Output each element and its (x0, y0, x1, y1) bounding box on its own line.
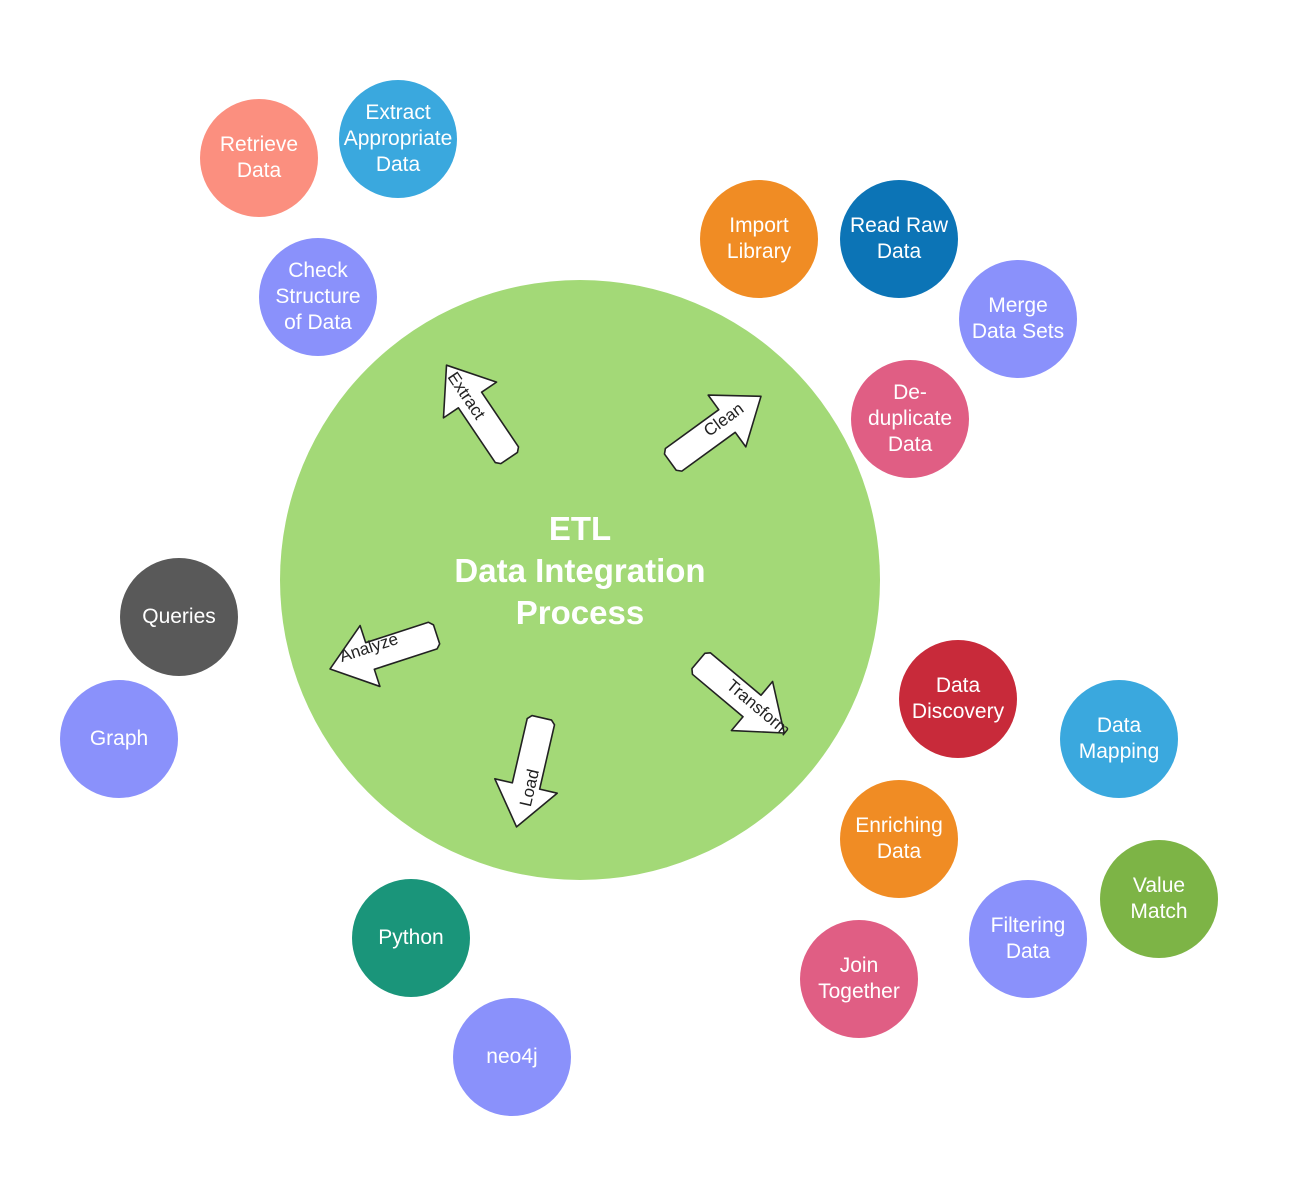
import-library-node[interactable]: Import Library (700, 180, 818, 298)
node-label-line: Match (1130, 900, 1188, 923)
node-label-line: Enriching (855, 814, 943, 837)
node-label-line: Queries (142, 605, 216, 628)
node-label-line: Data (236, 159, 282, 182)
neo4j-node[interactable]: neo4j (453, 998, 571, 1116)
node-label-line: Value (1132, 874, 1186, 897)
node-label: Python (378, 925, 443, 951)
node-label-line: Read Raw (849, 214, 949, 237)
node-label-line: Structure (275, 285, 361, 308)
node-label-line: Filtering (990, 914, 1066, 937)
node-label: Merge Data Sets (972, 293, 1064, 345)
node-label-line: of Data (284, 311, 352, 334)
deduplicate-data-node[interactable]: De- duplicate Data (851, 360, 969, 478)
node-label-line: Together (818, 980, 900, 1003)
node-label-line: Mapping (1078, 740, 1160, 763)
node-label-line: Discovery (911, 700, 1005, 723)
node-label-line: Retrieve (219, 133, 299, 156)
data-discovery-node[interactable]: Data Discovery (899, 640, 1017, 758)
value-match-node[interactable]: Value Match (1100, 840, 1218, 958)
node-label-line: Extract (365, 101, 431, 124)
node-label-line: Data Sets (971, 320, 1065, 343)
node-label: Retrieve Data (220, 132, 298, 184)
merge-data-sets-node[interactable]: Merge Data Sets (959, 260, 1077, 378)
node-label-line: Import (729, 214, 789, 237)
node-label: Data Mapping (1079, 713, 1160, 765)
node-label-line: Library (726, 240, 792, 263)
join-together-node[interactable]: Join Together (800, 920, 918, 1038)
node-label: Read Raw Data (850, 213, 948, 265)
node-label: De- duplicate Data (868, 380, 952, 458)
node-label: Import Library (727, 213, 791, 265)
node-label: Value Match (1130, 873, 1187, 925)
node-label-line: Data (375, 153, 421, 176)
node-label: neo4j (486, 1044, 537, 1070)
node-label-line: Check (288, 259, 348, 282)
node-label-line: Python (378, 926, 444, 949)
read-raw-data-node[interactable]: Read Raw Data (840, 180, 958, 298)
node-label: Enriching Data (855, 813, 943, 865)
node-label-line: Graph (89, 727, 149, 750)
data-mapping-node[interactable]: Data Mapping (1060, 680, 1178, 798)
node-label-line: Join (839, 954, 879, 977)
node-label-line: Appropriate (343, 127, 453, 150)
check-structure-node[interactable]: Check Structure of Data (259, 238, 377, 356)
node-label-line: duplicate (867, 407, 953, 430)
node-label-line: Data (1096, 714, 1142, 737)
node-label: Filtering Data (991, 913, 1066, 965)
enriching-data-node[interactable]: Enriching Data (840, 780, 958, 898)
node-label: Check Structure of Data (275, 258, 360, 336)
node-label-line: neo4j (486, 1045, 538, 1068)
node-label: Graph (90, 726, 148, 752)
node-label-line: Data (1005, 940, 1051, 963)
extract-appropriate-data-node[interactable]: Extract Appropriate Data (339, 80, 457, 198)
etl-diagram: ETL Data Integration Process Extract Cle… (0, 0, 1309, 1187)
node-label-line: Data (876, 240, 922, 263)
queries-node[interactable]: Queries (120, 558, 238, 676)
retrieve-data-node[interactable]: Retrieve Data (200, 99, 318, 217)
node-label-line: Data (935, 674, 981, 697)
node-label: Join Together (818, 953, 900, 1005)
python-node[interactable]: Python (352, 879, 470, 997)
node-label-line: Merge (988, 294, 1048, 317)
node-label-line: Data (876, 840, 922, 863)
node-label: Queries (142, 604, 216, 630)
filtering-data-node[interactable]: Filtering Data (969, 880, 1087, 998)
node-label-line: De- (893, 381, 927, 404)
node-label-line: Data (887, 433, 933, 456)
graph-node[interactable]: Graph (60, 680, 178, 798)
node-label: Data Discovery (912, 673, 1004, 725)
node-label: Extract Appropriate Data (344, 100, 453, 178)
